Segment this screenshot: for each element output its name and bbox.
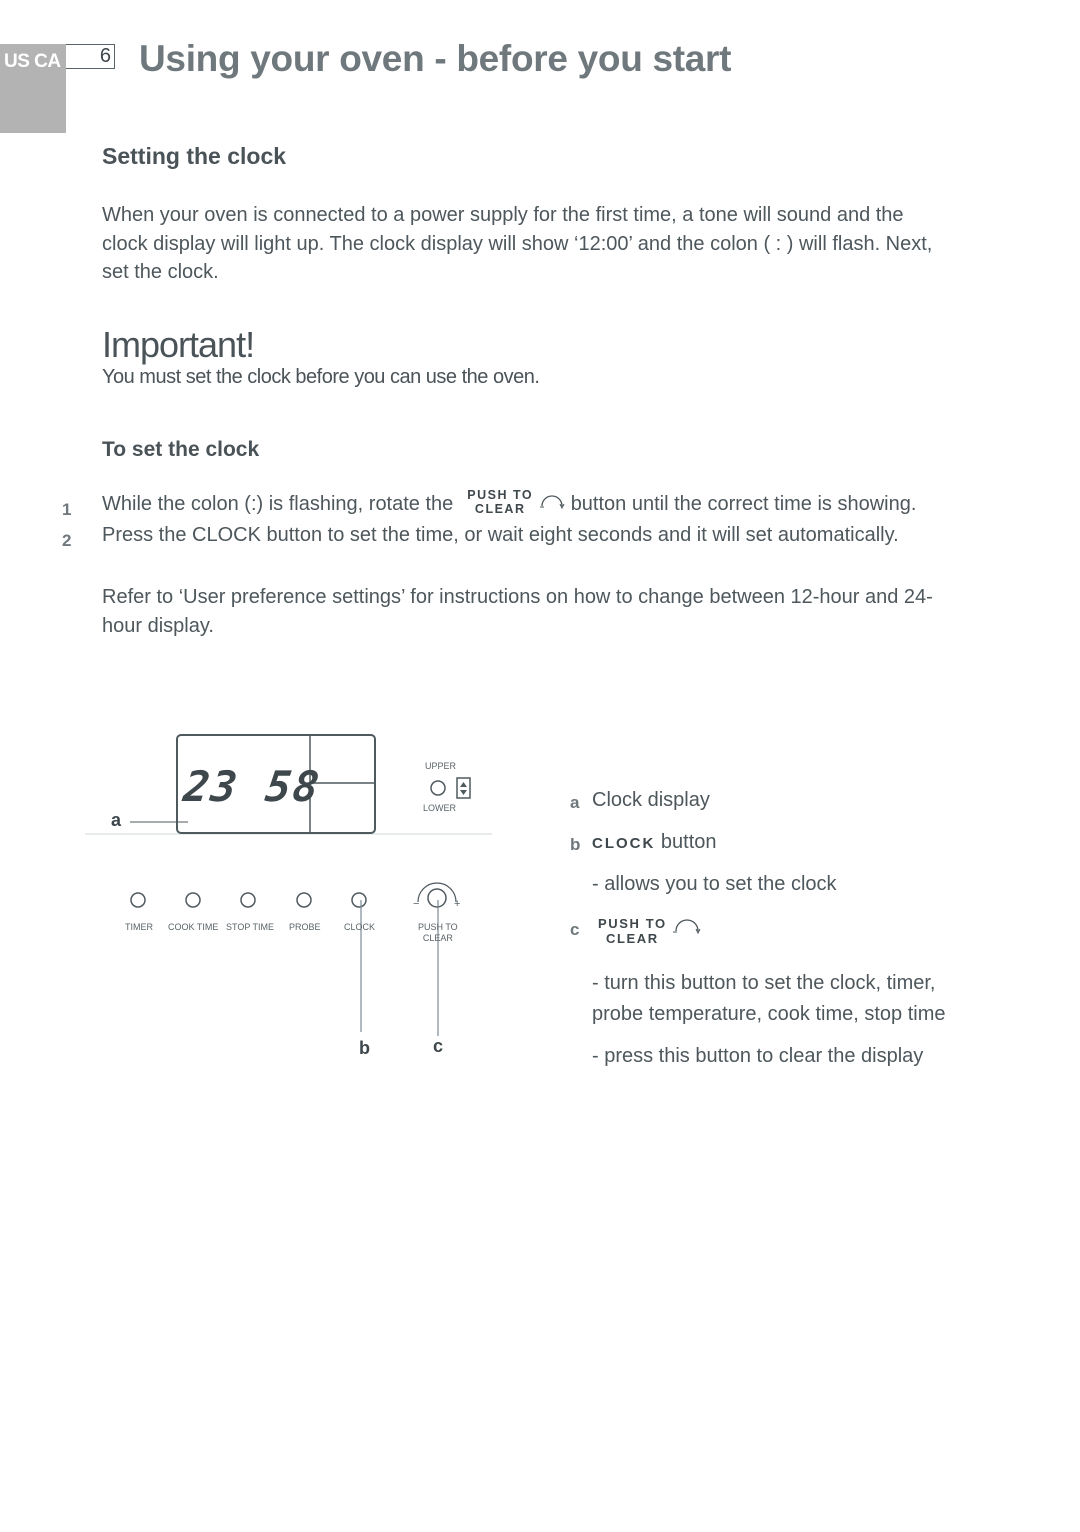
refer-line: hour display. <box>102 614 214 637</box>
legend-letter-c: c <box>570 920 580 939</box>
section-heading: Setting the clock <box>102 143 287 169</box>
legend-b-label: button <box>660 831 717 853</box>
timer-button <box>130 892 146 908</box>
important-text: You must set the clock before you can us… <box>102 366 540 388</box>
clock-display-value: 23 58 <box>180 762 324 811</box>
legend-a-text: Clock display <box>592 789 710 811</box>
legend-push-to-clear: PUSH TO CLEAR <box>598 916 667 946</box>
dial-plus: + <box>454 898 461 910</box>
clock-caps: CLOCK <box>592 835 656 852</box>
lower-label: LOWER <box>423 803 457 813</box>
dial-arc <box>417 882 457 903</box>
refer-paragraph: Refer to ‘User preference settings’ for … <box>102 583 1002 640</box>
oven-light-button <box>430 780 446 796</box>
legend-c-desc-3: - press this button to clear the display <box>592 1045 924 1067</box>
procedure-heading: To set the clock <box>102 438 260 461</box>
legend-letter-b: b <box>570 835 581 854</box>
intro-line: When your oven is connected to a power s… <box>102 204 904 226</box>
push-to-clear-label: PUSH TO CLEAR <box>467 488 533 516</box>
cook-time-button <box>185 892 201 908</box>
refer-line: Refer to ‘User preference settings’ for … <box>102 586 933 608</box>
callout-c: c <box>433 1036 444 1056</box>
callout-b: b <box>359 1038 370 1058</box>
intro-line: set the clock. <box>102 261 219 283</box>
clear-label: CLEAR <box>422 933 453 943</box>
step-text: button until the correct time is showing… <box>570 493 917 515</box>
clock-label: CLOCK <box>344 922 376 932</box>
probe-label: PROBE <box>289 922 321 932</box>
intro-line: clock display will light up. The clock d… <box>102 232 933 255</box>
clear-label: CLEAR <box>605 931 659 946</box>
step-number: 1 <box>62 500 72 519</box>
push-to-label: PUSH TO <box>467 487 534 502</box>
dial-minus: − <box>413 898 420 910</box>
push-to-label: PUSH TO <box>598 916 667 931</box>
legend-c-desc-1: - turn this button to set the clock, tim… <box>592 972 936 994</box>
legend-b-text: CLOCK button <box>592 831 717 854</box>
clear-label: CLEAR <box>474 501 526 516</box>
step-2: Press the CLOCK button to set the time, … <box>102 524 899 546</box>
intro-paragraph: When your oven is connected to a power s… <box>102 201 1002 287</box>
page-title: Using your oven - before you start <box>139 38 732 79</box>
step-text: While the colon (:) is flashing, rotate … <box>102 493 454 515</box>
legend-b-desc: - allows you to set the clock <box>592 873 837 895</box>
step-1: While the colon (:) is flashing, rotate … <box>102 488 917 519</box>
cook-time-label: COOK TIME <box>168 922 219 932</box>
probe-button <box>296 892 312 908</box>
push-to-clear-dial-label: PUSH TO CLEAR <box>418 922 458 944</box>
rotate-dial-icon <box>673 915 703 941</box>
stop-time-label: STOP TIME <box>226 922 275 932</box>
push-to-clear-dial <box>427 888 447 908</box>
step-number: 2 <box>62 531 72 550</box>
rotate-dial-icon <box>539 490 565 512</box>
stop-time-button <box>240 892 256 908</box>
callout-a: a <box>111 810 122 830</box>
page-number: 6 <box>66 44 115 69</box>
legend-c-desc-2: probe temperature, cook time, stop time <box>592 1003 946 1025</box>
legend-letter-a: a <box>570 793 580 812</box>
timer-label: TIMER <box>125 922 153 932</box>
upper-label: UPPER <box>425 761 457 771</box>
clock-button <box>351 892 367 908</box>
control-panel-diagram: 23 58 UPPER LOWER TIMER COOK TIME STOP T… <box>80 720 500 1080</box>
region-label: US CA <box>4 51 61 72</box>
push-to-label: PUSH TO <box>418 922 458 932</box>
important-title: Important! <box>102 324 255 365</box>
